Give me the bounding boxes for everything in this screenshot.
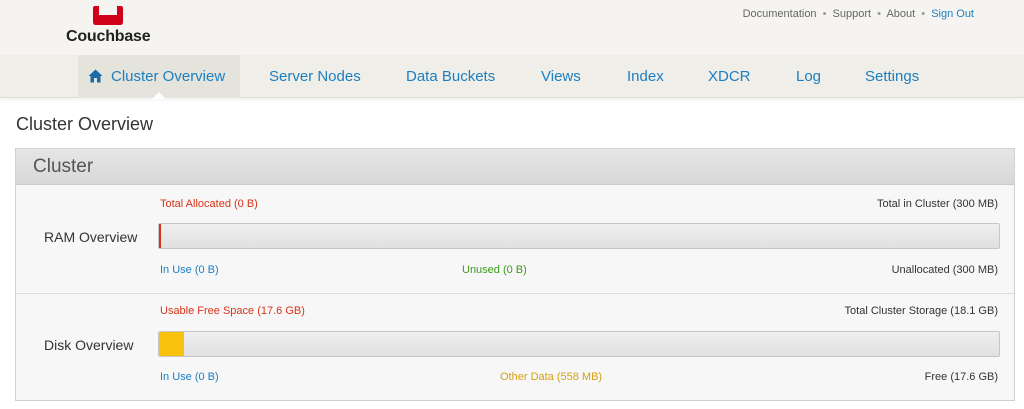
- ram-allocated-fill: [159, 224, 161, 248]
- disk-other-data: Other Data (558 MB): [500, 371, 603, 383]
- disk-overview-section: Usable Free Space (17.6 GB) Total Cluste…: [16, 295, 1014, 400]
- couchbase-logo[interactable]: Couchbase: [66, 4, 156, 45]
- nav-tab-server-nodes[interactable]: Server Nodes: [269, 55, 361, 98]
- disk-usable-free-space: Usable Free Space (17.6 GB): [160, 305, 305, 317]
- disk-total-cluster-storage: Total Cluster Storage (18.1 GB): [844, 305, 998, 317]
- active-tab-caret: [152, 92, 167, 99]
- disk-overview-label: Disk Overview: [44, 337, 134, 353]
- nav-tab-xdcr[interactable]: XDCR: [708, 55, 751, 98]
- disk-other-data-fill: [159, 332, 185, 356]
- ram-overview-section: Total Allocated (0 B) Total in Cluster (…: [16, 186, 1014, 294]
- nav-tab-settings[interactable]: Settings: [865, 55, 919, 98]
- home-icon: [88, 69, 103, 83]
- nav-tab-label: Cluster Overview: [111, 68, 226, 85]
- ram-total-in-cluster: Total in Cluster (300 MB): [876, 198, 998, 210]
- link-separator: •: [921, 8, 926, 20]
- nav-tab-index[interactable]: Index: [627, 55, 664, 98]
- link-separator: •: [877, 8, 881, 20]
- ram-total-allocated: Total Allocated (0 B): [160, 198, 258, 210]
- ram-in-use: In Use (0 B): [160, 264, 219, 276]
- ram-overview-label: RAM Overview: [44, 229, 138, 245]
- disk-in-use: In Use (0 B): [160, 371, 219, 383]
- top-header: Couchbase Documentation • Support • Abou…: [0, 0, 1024, 55]
- about-link[interactable]: About: [886, 8, 915, 20]
- support-link[interactable]: Support: [833, 8, 872, 20]
- disk-usage-bar: [158, 331, 1000, 357]
- top-links: Documentation • Support • About • Sign O…: [743, 8, 974, 20]
- main-nav: Cluster Overview Server Nodes Data Bucke…: [0, 55, 1024, 99]
- nav-tab-cluster-overview[interactable]: Cluster Overview: [78, 55, 241, 99]
- ram-unallocated: Unallocated (300 MB): [891, 264, 998, 276]
- nav-tab-data-buckets[interactable]: Data Buckets: [406, 55, 495, 98]
- brand-name: Couchbase: [66, 28, 151, 45]
- nav-tab-views[interactable]: Views: [541, 55, 581, 98]
- documentation-link[interactable]: Documentation: [743, 8, 817, 20]
- link-separator: •: [822, 8, 827, 20]
- disk-free: Free (17.6 GB): [924, 371, 998, 383]
- ram-usage-bar: [158, 223, 1000, 249]
- couchbase-logo-icon: [93, 6, 123, 25]
- ram-unused: Unused (0 B): [462, 264, 527, 276]
- cluster-panel-title: Cluster: [16, 149, 1014, 185]
- nav-tab-log[interactable]: Log: [796, 55, 821, 98]
- cluster-panel: Cluster Total Allocated (0 B) Total in C…: [15, 148, 1015, 401]
- page-title: Cluster Overview: [16, 114, 154, 134]
- sign-out-link[interactable]: Sign Out: [931, 8, 974, 20]
